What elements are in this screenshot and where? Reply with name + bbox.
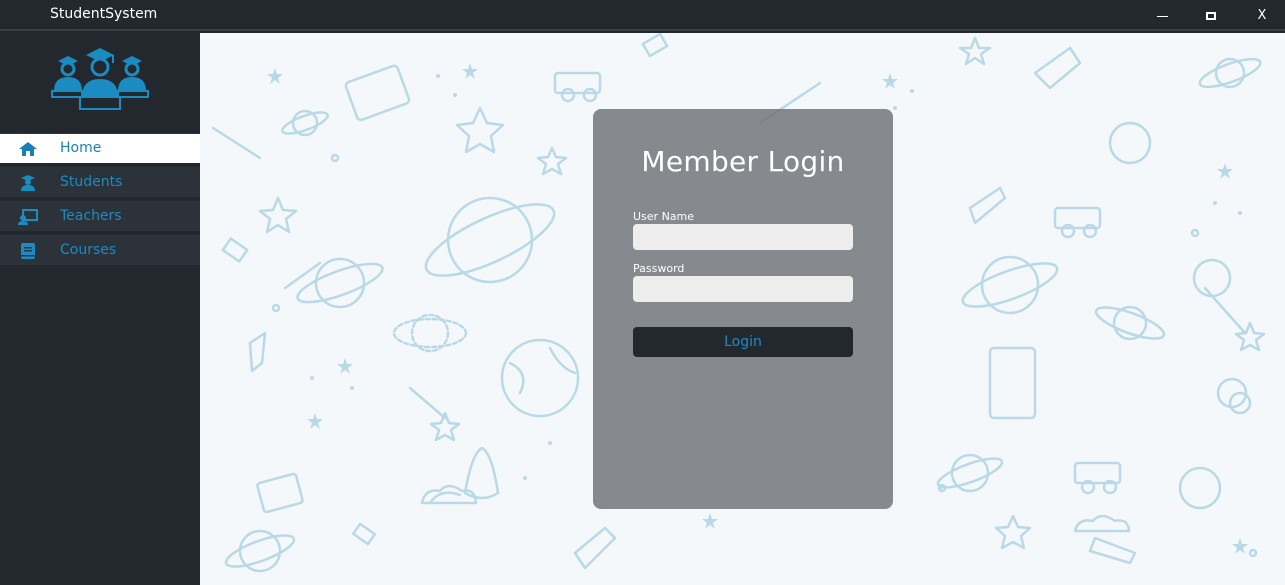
sidebar-item-teachers[interactable]: Teachers	[0, 201, 200, 231]
sidebar-item-label: Courses	[60, 242, 117, 258]
teacher-icon	[18, 209, 38, 225]
app-title: StudentSystem	[50, 6, 158, 22]
sidebar-item-label: Home	[60, 140, 102, 156]
username-field[interactable]	[633, 224, 853, 250]
maximize-button[interactable]	[1186, 0, 1236, 31]
sidebar-item-label: Students	[60, 174, 123, 190]
home-icon	[19, 142, 37, 156]
sidebar-item-students[interactable]: Students	[0, 167, 200, 197]
sidebar-item-label: Teachers	[60, 208, 122, 224]
book-icon	[21, 243, 35, 259]
sidebar-item-courses[interactable]: Courses	[0, 235, 200, 265]
username-label: User Name	[633, 210, 695, 223]
password-field[interactable]	[633, 276, 853, 302]
login-button[interactable]: Login	[633, 327, 853, 357]
graduates-logo-icon	[51, 48, 149, 110]
password-label: Password	[633, 262, 685, 275]
login-panel: Member Login User Name Password Login	[593, 109, 893, 509]
student-icon	[21, 175, 35, 191]
title-bar: StudentSystem X	[0, 0, 1285, 31]
sidebar-item-home[interactable]: Home	[0, 133, 200, 163]
sidebar: Home Students Teachers Courses	[0, 33, 200, 585]
main-content: Member Login User Name Password Login	[200, 33, 1285, 585]
close-button[interactable]: X	[1237, 0, 1285, 31]
minimize-icon	[1156, 16, 1168, 17]
login-title: Member Login	[641, 145, 845, 178]
maximize-icon	[1206, 11, 1216, 20]
minimize-button[interactable]	[1137, 0, 1187, 31]
